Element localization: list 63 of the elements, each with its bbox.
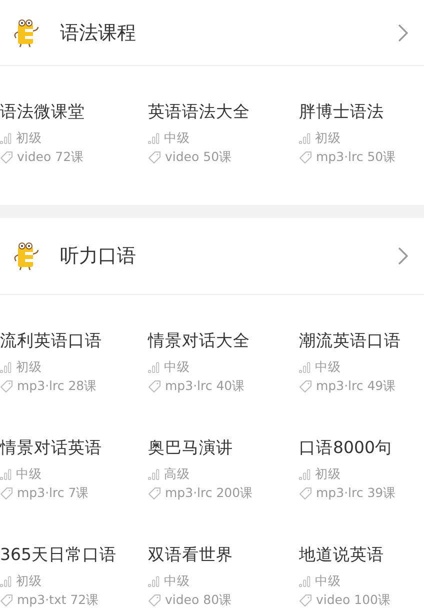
course-format: mp3·lrc 49课 [316, 378, 396, 395]
course-format: mp3·lrc 39课 [316, 485, 396, 502]
level-bars-icon [299, 576, 311, 587]
course-format: mp3·lrc 50课 [316, 149, 396, 166]
tag-icon [299, 151, 312, 164]
tag-icon [299, 594, 312, 607]
course-title[interactable]: 情景对话大全 [148, 329, 299, 353]
course-level: 初级 [16, 359, 42, 376]
course-title[interactable]: 胖博士语法 [299, 100, 424, 124]
course-format: video 100课 [316, 592, 391, 609]
course-title[interactable]: 潮流英语口语 [299, 329, 424, 353]
tag-icon [299, 487, 312, 500]
course-level: 初级 [16, 573, 42, 590]
section-title: 语法课程 [60, 20, 137, 46]
course-format: mp3·lrc 40课 [165, 378, 246, 395]
course-level: 中级 [16, 466, 42, 483]
level-bars-icon [0, 469, 12, 480]
tag-icon [148, 151, 161, 164]
section-title: 听力口语 [60, 244, 137, 269]
course-level: 中级 [164, 130, 190, 147]
course-level: 中级 [315, 573, 341, 590]
course-level: 初级 [315, 130, 341, 147]
level-bars-icon [148, 576, 160, 587]
course-format: video 72课 [17, 149, 84, 166]
course-title[interactable]: 英语语法大全 [148, 100, 299, 124]
course-title[interactable]: 地道说英语 [299, 543, 424, 567]
course-format: video 50课 [165, 149, 232, 166]
tag-icon [0, 151, 13, 164]
level-bars-icon [299, 469, 311, 480]
course-format: mp3·txt 72课 [17, 592, 100, 609]
course-format: mp3·lrc 7课 [17, 485, 90, 502]
course-title[interactable]: 流利英语口语 [0, 329, 148, 353]
course-level: 初级 [16, 130, 42, 147]
level-bars-icon [148, 133, 160, 144]
level-bars-icon [299, 362, 311, 373]
course-format: video 80课 [165, 592, 232, 609]
course-title[interactable]: 双语看世界 [148, 543, 299, 567]
chevron-right-icon[interactable] [398, 24, 408, 42]
course-level: 初级 [315, 466, 341, 483]
chevron-right-icon[interactable] [398, 247, 408, 265]
course-title[interactable]: 奥巴马演讲 [148, 436, 299, 460]
course-level: 中级 [164, 573, 190, 590]
tag-icon [299, 380, 312, 393]
tag-icon [148, 594, 161, 607]
level-bars-icon [148, 469, 160, 480]
course-level: 高级 [164, 466, 190, 483]
course-level: 中级 [164, 359, 190, 376]
course-title[interactable]: 365天日常口语 [0, 543, 148, 567]
course-format: mp3·lrc 200课 [165, 485, 254, 502]
tag-icon [0, 487, 13, 500]
tag-icon [148, 487, 161, 500]
level-bars-icon [148, 362, 160, 373]
level-bars-icon [0, 133, 12, 144]
level-bars-icon [0, 576, 12, 587]
course-title[interactable]: 语法微课堂 [0, 100, 148, 124]
course-format: mp3·lrc 28课 [17, 378, 98, 395]
tag-icon [148, 380, 161, 393]
tag-icon [0, 594, 13, 607]
course-level: 中级 [315, 359, 341, 376]
tag-icon [0, 380, 13, 393]
level-bars-icon [0, 362, 12, 373]
level-bars-icon [299, 133, 311, 144]
course-title[interactable]: 口语8000句 [299, 436, 424, 460]
